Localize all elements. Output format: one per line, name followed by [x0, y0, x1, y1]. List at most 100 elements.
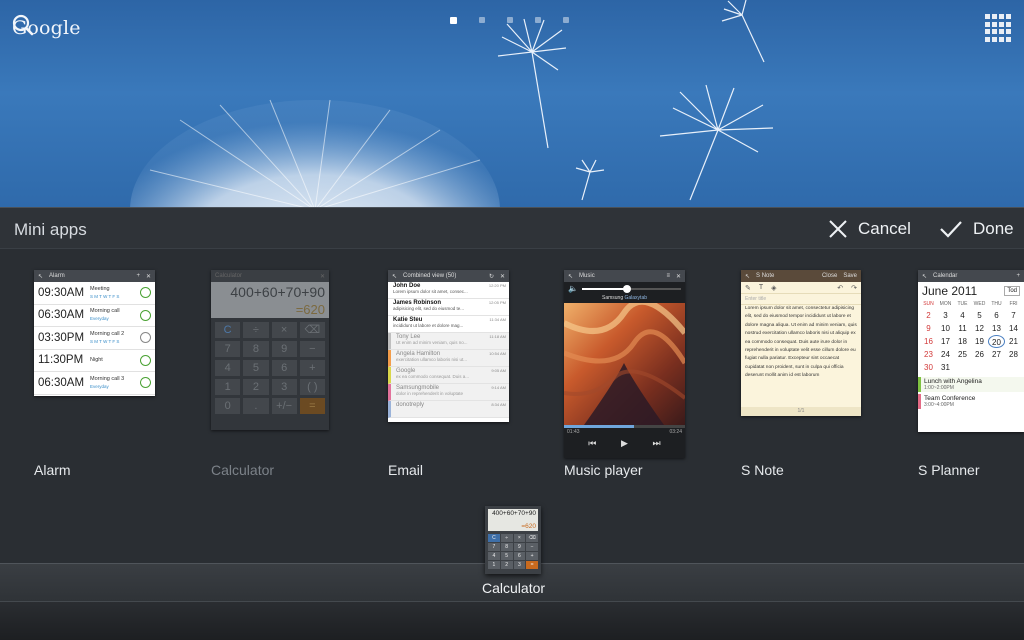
email-snippet: dolor in reprehenderit in voluptate: [396, 391, 464, 396]
calendar-day: 6: [994, 311, 999, 320]
alarm-time: 09:30AM: [38, 286, 85, 299]
email-row: Angela Hamilton exercitation ullamco labo…: [388, 350, 509, 367]
mini-app-s-note[interactable]: ↖ S Note Close Save ✎ T ◈ ↶ ↷ Enter titl…: [741, 270, 891, 480]
email-row: James Robinson adipisicing elit, sed do e…: [388, 299, 509, 316]
alarm-preview-title: Alarm: [49, 273, 65, 279]
calendar-day: 2: [926, 311, 931, 320]
pen-icon: ✎: [745, 284, 751, 292]
undo-icon: ↶: [837, 284, 844, 292]
tray-calculator-key: 7: [488, 543, 500, 551]
mini-app-music-player[interactable]: ↖ Music ≡ ✕ 🔈 Samsung Galaxytab 01:43 03…: [564, 270, 714, 480]
calculator-preview: Calculator ✕ 400+60+70+90 =620 C ÷ × ⌫ 7 8 9−4…: [211, 270, 329, 430]
calculator-display: 400+60+70+90 =620: [211, 282, 329, 318]
tray-calculator-icon[interactable]: 400+60+70+90 =620 C ÷ × ⌫ 7 8 9− 4 5 6 +1 2 3 =: [485, 506, 541, 574]
weekday-label: FRI: [1009, 301, 1018, 307]
calculator-keypad: C ÷ × ⌫ 7 8 9− 4 5 6 +1 2 3( ) 0. +/− =: [211, 318, 329, 418]
apps-grid-icon[interactable]: [985, 14, 1013, 42]
calendar-day: 21: [1009, 337, 1018, 346]
weekday-label: WED: [973, 301, 986, 307]
calendar-day: 11: [958, 324, 967, 333]
email-time: 9:14 AM: [491, 385, 506, 390]
total-time: 03:24: [669, 429, 682, 435]
page-dot: [479, 17, 485, 23]
calendar-day: 4: [960, 311, 965, 320]
calculator-key: C: [215, 322, 241, 338]
email-snippet: ex ea commodo consequat. Duis a...: [396, 374, 470, 379]
calculator-key: ( ): [299, 379, 325, 395]
calendar-month: June 2011: [922, 284, 978, 298]
calendar-day: 9: [926, 324, 931, 333]
calculator-preview-title: Calculator: [215, 273, 243, 279]
s-note-title-field: Enter title: [741, 294, 861, 305]
calendar-day: 24: [941, 350, 950, 359]
calendar-day: 16: [924, 337, 933, 346]
calendar-day: 25: [958, 350, 967, 359]
calendar-weekday-header: SUN MON TUE WED THU FRI: [918, 300, 1024, 309]
calendar-grid: 2 3 4 5 6 7 9 10 11 12 13 14 16 17 18 19 20 21 23 24 25 26 27 2…: [918, 309, 1024, 374]
tray-calculator-key: −: [526, 543, 538, 551]
calculator-key: 3: [271, 379, 297, 395]
email-row: Katie Steu incididunt ut labore et dolore…: [388, 316, 509, 333]
volume-row: 🔈: [564, 282, 685, 295]
email-preview: ↖ Combined view (50) ↻ ✕ John Doe Lorem i…: [388, 270, 509, 422]
alarm-time: 11:30PM: [38, 354, 84, 367]
weekday-label: SUN: [923, 301, 934, 307]
time-row: 01:43 03:24: [564, 428, 685, 436]
email-time: 12:05 PM: [488, 300, 506, 305]
done-button[interactable]: Done: [939, 216, 1014, 242]
s-note-save: Save: [843, 273, 857, 279]
calendar-day: [954, 361, 971, 374]
back-arrow-icon: ↖: [745, 273, 751, 280]
alarm-time: 03:30PM: [38, 331, 85, 344]
tray-calculator-key: 4: [488, 552, 500, 560]
email-time: 8:34 AM: [491, 402, 506, 407]
weekday-label: MON: [939, 301, 952, 307]
calendar-day: 17: [941, 337, 950, 346]
calendar-day: 28: [1009, 350, 1018, 359]
mini-app-email[interactable]: ↖ Combined view (50) ↻ ✕ John Doe Lorem i…: [388, 270, 538, 480]
email-row: donotreply 8:34 AM: [388, 401, 509, 418]
play-icon: ▶: [621, 438, 628, 448]
album-art-image: [564, 303, 685, 425]
calendar-day: 10: [941, 324, 950, 333]
s-note-close: Close: [821, 273, 838, 279]
app-label: Email: [388, 462, 424, 478]
calendar-day: 30: [924, 363, 933, 372]
tray-calculator-key: =: [526, 561, 538, 569]
calendar-day: 14: [1009, 324, 1018, 333]
s-note-preview: ↖ S Note Close Save ✎ T ◈ ↶ ↷ Enter titl…: [741, 270, 861, 416]
email-time: 10:54 AM: [489, 351, 506, 356]
calculator-result: =620: [295, 302, 325, 317]
page-dot: [450, 17, 457, 24]
calendar-day: 12: [975, 324, 984, 333]
tray-calculator-key: 6: [513, 552, 526, 560]
close-icon: ✕: [145, 273, 151, 280]
mini-app-s-planner[interactable]: ↖ Calendar + June 2011 Tod SUN MON TUE WED T…: [918, 270, 1024, 480]
volume-slider: [581, 284, 681, 293]
calculator-key: 5: [243, 360, 269, 376]
cancel-button[interactable]: Cancel: [828, 216, 911, 242]
calculator-key: ×: [271, 322, 297, 338]
email-preview-title: Combined view (50): [403, 273, 457, 279]
track-artist: Samsung: [601, 295, 624, 301]
mini-app-alarm[interactable]: ↖ Alarm + ✕ 09:30AM Meeting S M T W T F S…: [34, 270, 184, 480]
previous-icon: ⏮: [588, 438, 597, 448]
tray-calculator-key: 5: [500, 552, 513, 560]
mini-app-calculator: Calculator ✕ 400+60+70+90 =620 C ÷ × ⌫ 7 8 9−4…: [211, 270, 361, 480]
s-note-preview-title: S Note: [756, 273, 775, 279]
s-note-toolbar: ✎ T ◈ ↶ ↷: [741, 282, 861, 294]
calendar-day: [971, 361, 988, 374]
done-label: Done: [973, 219, 1014, 238]
email-row: Tony Lee Ut enim ad minim veniam, quis no…: [388, 333, 509, 350]
email-time: 11:18 AM: [489, 334, 506, 339]
app-label: Alarm: [34, 462, 71, 478]
email-snippet: exercitation ullamco laboris nisi ut...: [396, 357, 468, 362]
email-snippet: Ut enim ad minim veniam, quis no...: [396, 340, 468, 345]
email-snippet: incididunt ut labore et dolore mag...: [393, 323, 464, 328]
email-time: 11:34 AM: [489, 317, 506, 322]
app-label: Calculator: [211, 462, 275, 478]
google-search-widget[interactable]: Google: [12, 14, 81, 42]
calendar-event: Team Conference 3:00~4:00PM: [918, 394, 1024, 409]
alarm-label: Morning call Everyday: [90, 308, 120, 322]
calendar-titlebar: ↖ Calendar +: [918, 270, 1024, 282]
